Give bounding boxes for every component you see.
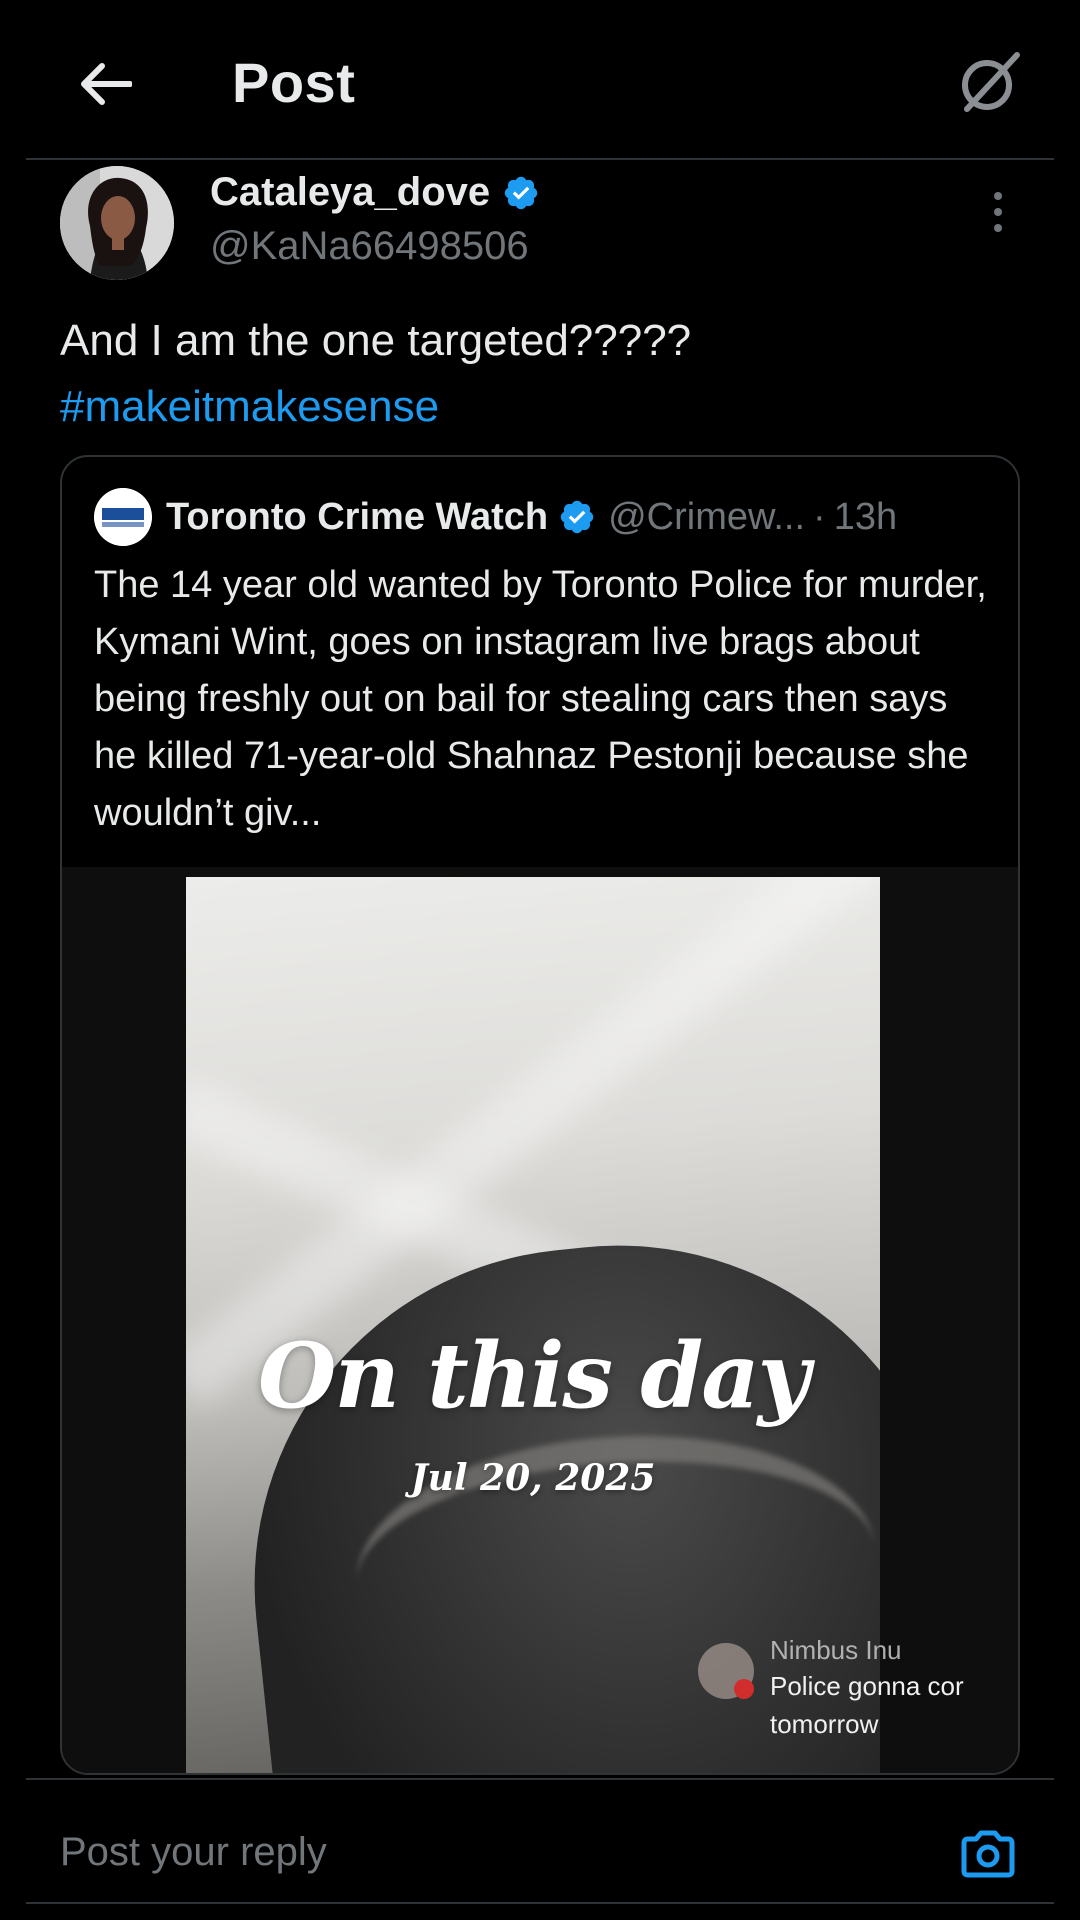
top-bar: Post (0, 0, 1080, 160)
avatar-photo (60, 166, 174, 280)
post-body: And I am the one targeted????? (60, 316, 692, 365)
commenter-name: Nimbus Inu (770, 1635, 902, 1665)
verified-badge-icon (504, 176, 538, 209)
more-options-button[interactable] (976, 186, 1020, 238)
time-separator: · (813, 495, 826, 538)
comment-line-2: tomorrow (770, 1709, 879, 1739)
on-this-day-title: On this day (258, 1323, 810, 1429)
on-this-day-date: Jul 20, 2025 (410, 1457, 656, 1499)
author-name[interactable]: Cataleya_dove (210, 170, 540, 215)
quoted-post[interactable]: Toronto Crime Watch @Crimew... · 13h The… (60, 455, 1020, 1775)
reply-bar: Post your reply (0, 1778, 1080, 1920)
arrow-left-icon (81, 63, 132, 105)
comment-text: Police gonna cor tomorrow (770, 1667, 1010, 1743)
header-divider (26, 158, 1054, 160)
avatar[interactable] (60, 166, 174, 280)
post-text: And I am the one targeted????? #makeitma… (60, 308, 1020, 440)
quoted-media[interactable]: On this day Jul 20, 2025 Nimbus Inu Poli… (62, 867, 1018, 1773)
grok-icon (962, 52, 1020, 112)
verified-badge-icon (560, 500, 594, 534)
grok-button[interactable] (952, 44, 1028, 120)
more-dot-icon (994, 208, 1002, 216)
bottom-divider (26, 1902, 1054, 1904)
camera-icon (961, 1830, 1015, 1878)
quoted-post-text: The 14 year old wanted by Toronto Police… (94, 564, 987, 834)
quoted-avatar (94, 488, 152, 546)
reply-input[interactable]: Post your reply (60, 1830, 860, 1875)
live-comment: Nimbus Inu Police gonna cor tomorrow (698, 1635, 1018, 1745)
comment-line-1: Police gonna cor (770, 1671, 964, 1701)
camera-button[interactable] (956, 1822, 1020, 1886)
author-display-name: Cataleya_dove (210, 170, 491, 214)
quoted-timestamp: 13h (833, 495, 898, 538)
quoted-post-header: Toronto Crime Watch @Crimew... · 13h (94, 487, 897, 547)
more-dot-icon (994, 192, 1002, 200)
hashtag-link[interactable]: #makeitmakesense (60, 374, 1020, 440)
live-badge-icon (734, 1679, 754, 1699)
author-handle[interactable]: @KaNa66498506 (210, 224, 529, 269)
reply-divider (26, 1778, 1054, 1780)
page-title: Post (232, 51, 356, 114)
toronto-crime-watch-logo-icon (94, 488, 152, 546)
quoted-display-name: Toronto Crime Watch (166, 495, 549, 538)
more-dot-icon (994, 224, 1002, 232)
back-button[interactable] (70, 48, 142, 120)
quoted-handle: @Crimew... (608, 495, 806, 538)
